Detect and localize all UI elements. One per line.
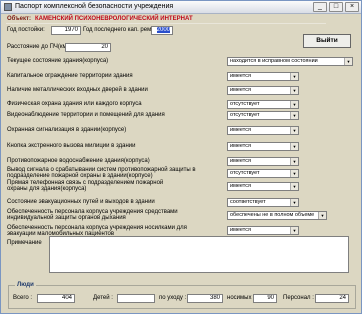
care-label: по уходу : [159, 295, 187, 301]
total-field[interactable]: 404 [37, 294, 75, 303]
window-title: Паспорт комплексной безопасности учрежде… [15, 3, 174, 10]
chevron-down-icon[interactable]: ▼ [290, 227, 298, 234]
row-label-fire-signal: Вывод сигнала о срабатывании систем прот… [7, 167, 196, 179]
row-label-water: Противопожарное водоснабжение здания(кор… [7, 158, 150, 164]
alarm-combo[interactable]: имеется ▼ [227, 126, 299, 135]
condition-combo[interactable]: находится в исправном состоянии ▼ [227, 57, 353, 66]
title-bar[interactable]: Паспорт комплексной безопасности учрежде… [1, 1, 361, 14]
note-label: Примечание [7, 240, 42, 246]
row-label-respiratory: Обеспеченность персонала корпуса учрежде… [7, 209, 178, 221]
evacuation-combo[interactable]: соответствует ▼ [227, 198, 299, 207]
row-label-guard: Физическая охрана здания или каждого кор… [7, 101, 142, 107]
note-textarea[interactable] [49, 236, 349, 273]
chevron-down-icon[interactable]: ▼ [290, 127, 298, 134]
chevron-down-icon[interactable]: ▼ [290, 143, 298, 150]
row-label-video: Видеонаблюдение территории и помещений д… [7, 112, 165, 118]
care-field[interactable]: 380 [187, 294, 223, 303]
app-window: Паспорт комплексной безопасности учрежде… [0, 0, 362, 314]
object-name: КАМЕНСКИЙ ПСИХОНЕВРОЛОГИЧЕСКИЙ ИНТЕРНАТ [35, 16, 193, 22]
phone-combo[interactable]: имеется ▼ [227, 182, 299, 191]
chevron-down-icon[interactable]: ▼ [290, 158, 298, 165]
chevron-down-icon[interactable]: ▼ [290, 199, 298, 206]
chevron-down-icon[interactable]: ▼ [290, 112, 298, 119]
repair-year-field[interactable]: 2000 [151, 26, 173, 35]
stretcher-label: носимых : [227, 295, 255, 301]
children-label: Детей : [93, 295, 113, 301]
children-field[interactable] [117, 294, 155, 303]
people-group-title: Люди [15, 282, 36, 289]
fence-combo[interactable]: имеется ▼ [227, 72, 299, 81]
exit-button[interactable]: Выйти [303, 34, 351, 48]
guard-combo[interactable]: отсутствует ▼ [227, 100, 299, 109]
row-label-phone: Прямая телефонная связь с подразделением… [7, 180, 164, 192]
divider [6, 23, 326, 24]
distance-label: Расстояние до ПЧ(км) [7, 44, 69, 50]
water-combo[interactable]: имеется ▼ [227, 157, 299, 166]
people-group: Люди Всего : 404 Детей : по уходу : 380 … [8, 282, 356, 309]
chevron-down-icon[interactable]: ▼ [290, 87, 298, 94]
row-label-metal-doors: Наличие металлических входных дверей в з… [7, 87, 148, 93]
row-label-condition: Текущее состояние здания(корпуса) [7, 58, 109, 64]
chevron-down-icon[interactable]: ▼ [290, 101, 298, 108]
total-label: Всего : [13, 295, 33, 301]
staff-field[interactable]: 24 [315, 294, 349, 303]
close-button[interactable]: × [345, 2, 359, 12]
object-label: Объект: [7, 16, 31, 22]
maximize-button[interactable]: □ [329, 2, 343, 12]
row-label-fence: Капитальное ограждение территории здания [7, 73, 133, 79]
chevron-down-icon[interactable]: ▼ [290, 73, 298, 80]
row-label-panic-button: Кнопка экстренного вызова милиции в здан… [7, 143, 136, 149]
row-label-evacuation: Состояние эвакуационных путей и выходов … [7, 199, 155, 205]
chevron-down-icon[interactable]: ▼ [344, 58, 352, 65]
chevron-down-icon[interactable]: ▼ [290, 170, 298, 177]
app-icon [4, 3, 12, 11]
form-body: Объект: КАМЕНСКИЙ ПСИХОНЕВРОЛОГИЧЕСКИЙ И… [3, 14, 359, 311]
metal-doors-combo[interactable]: имеется ▼ [227, 86, 299, 95]
fire-signal-combo[interactable]: отсутствует ▼ [227, 169, 299, 178]
built-year-label: Год постойки: [7, 27, 45, 33]
minimize-button[interactable]: _ [313, 2, 327, 12]
panic-button-combo[interactable]: имеется ▼ [227, 142, 299, 151]
stretchers-combo[interactable]: имеется ▼ [227, 226, 299, 235]
distance-field[interactable]: 20 [65, 43, 111, 52]
built-year-field[interactable]: 1970 [51, 26, 81, 35]
chevron-down-icon[interactable]: ▼ [318, 212, 326, 219]
chevron-down-icon[interactable]: ▼ [290, 183, 298, 190]
row-label-alarm: Охранная сигнализация в здании(корпусе) [7, 127, 127, 133]
respiratory-combo[interactable]: обеспечены не в полном объеме ▼ [227, 211, 327, 220]
stretcher-field[interactable]: 90 [253, 294, 277, 303]
staff-label: Персонал : [283, 295, 314, 301]
video-combo[interactable]: отсутствует ▼ [227, 111, 299, 120]
